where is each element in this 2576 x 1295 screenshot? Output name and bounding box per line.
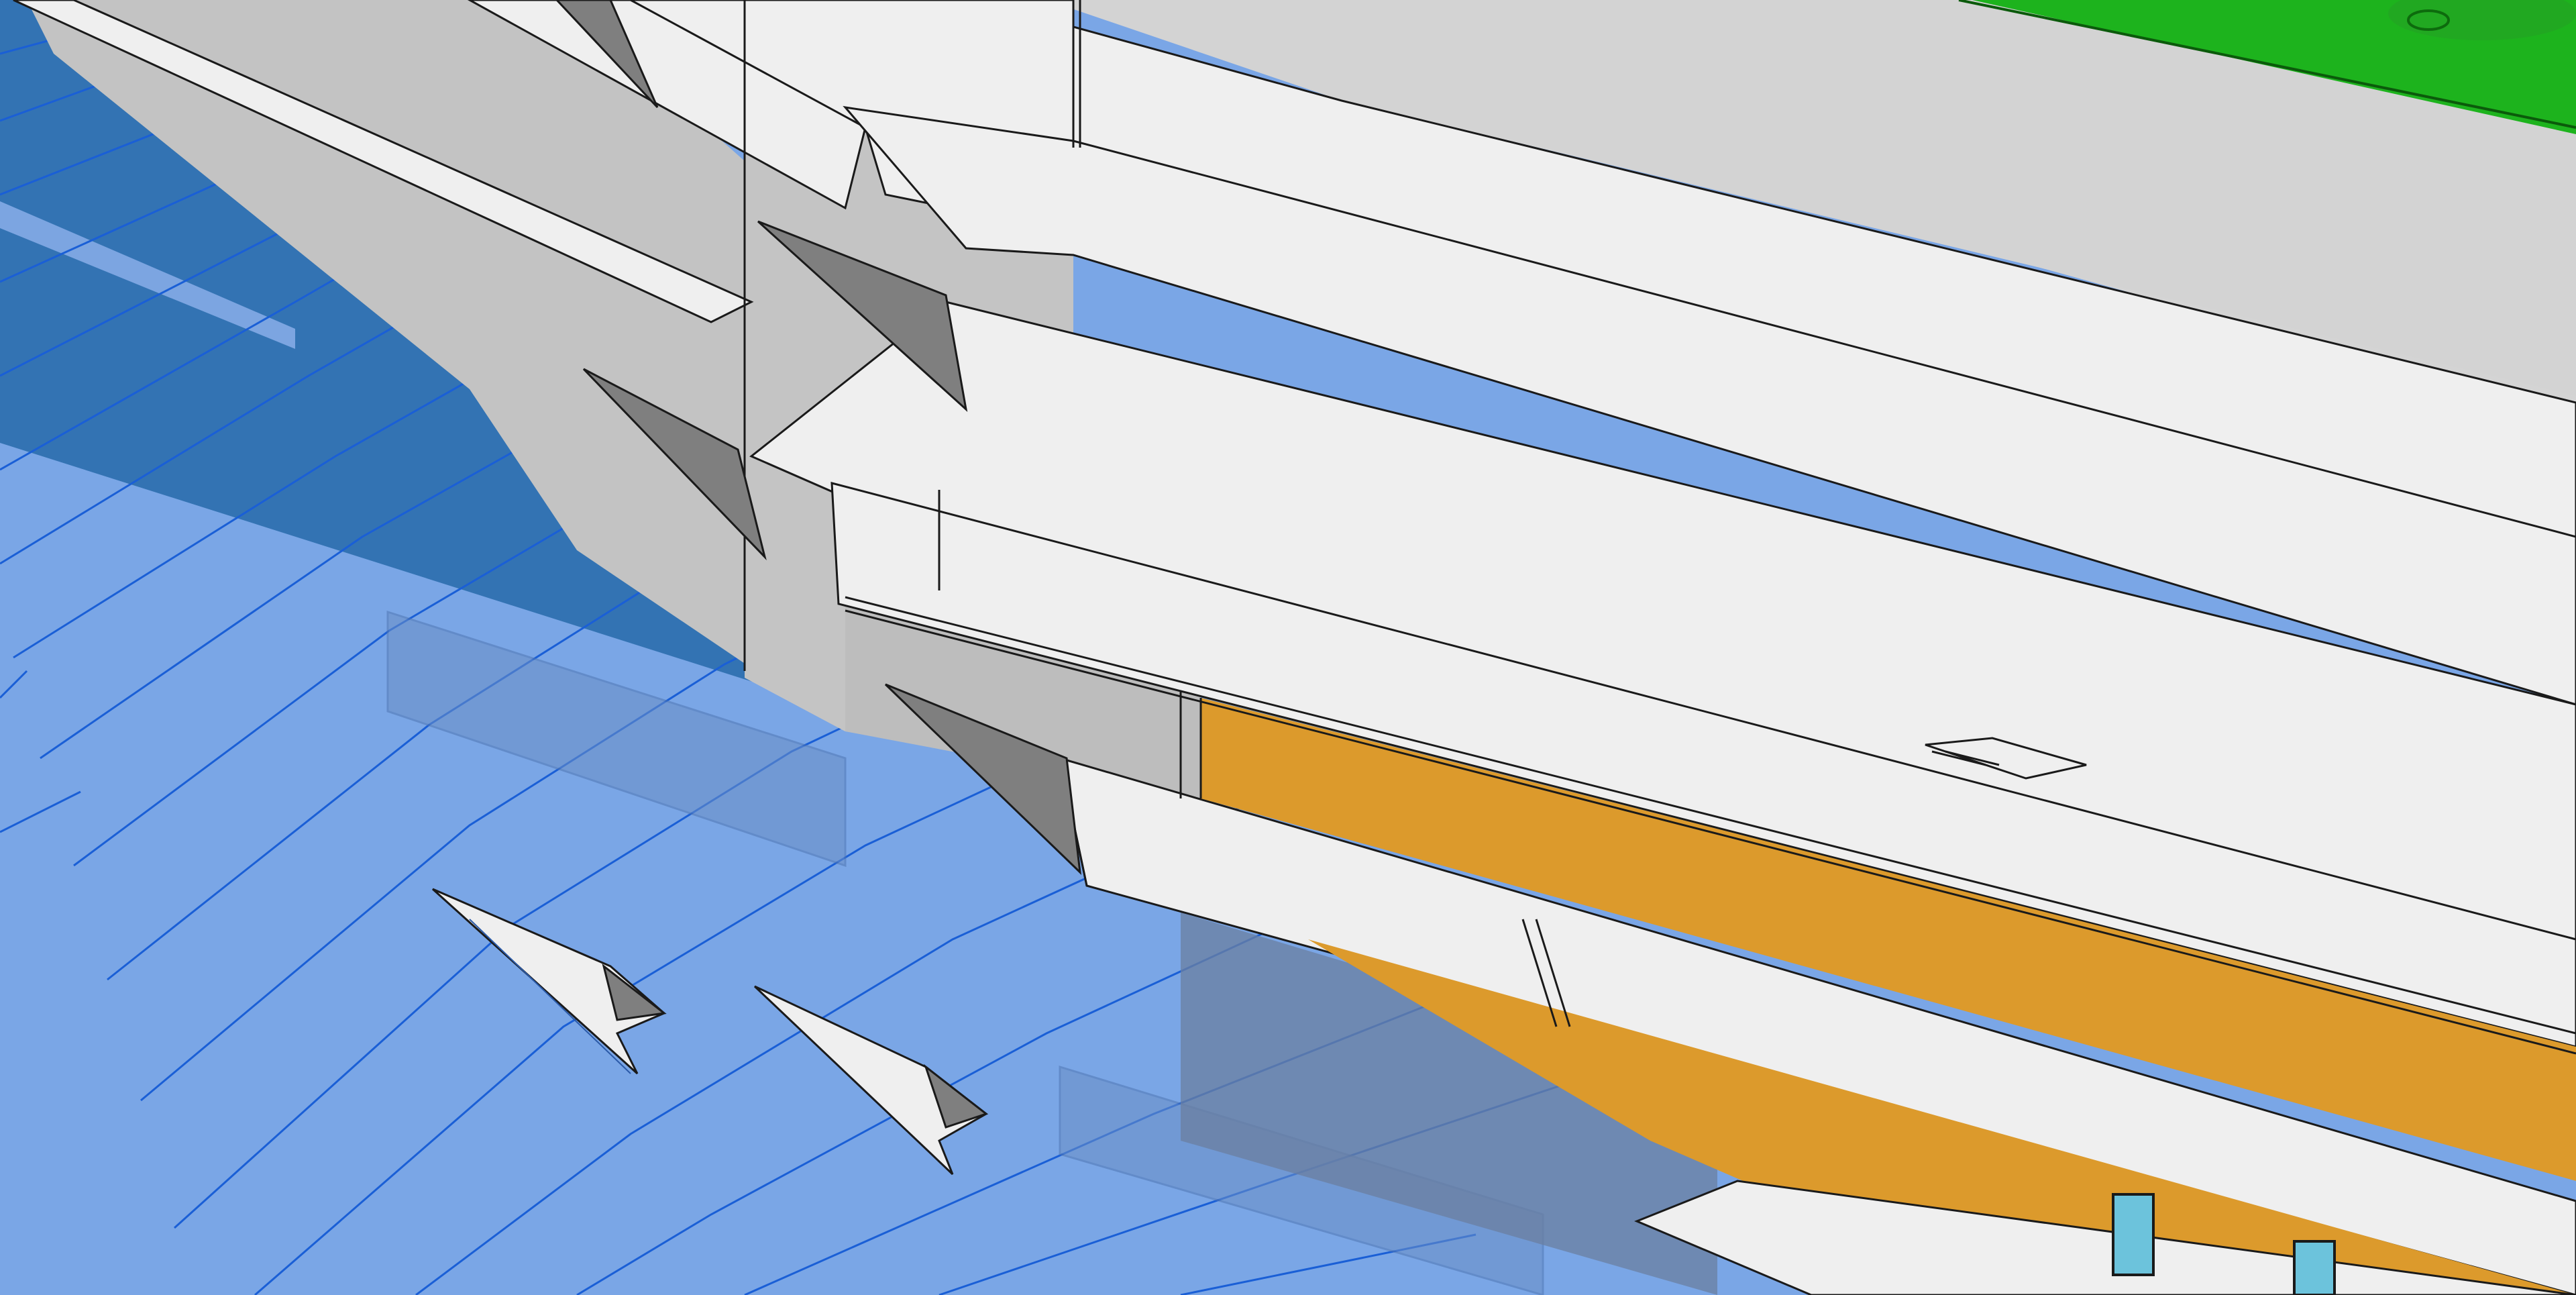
window xyxy=(2112,1193,2155,1276)
model-canvas[interactable] xyxy=(0,0,2576,1295)
window xyxy=(2293,1240,2336,1295)
model-viewport[interactable] xyxy=(0,0,2576,1295)
